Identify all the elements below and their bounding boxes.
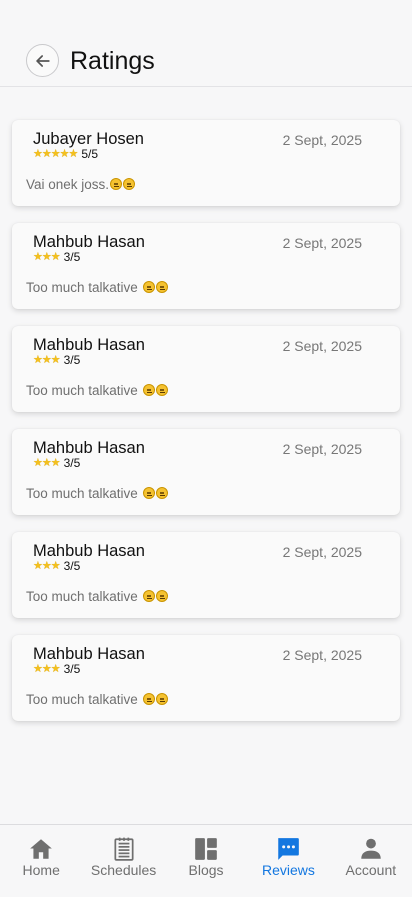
review-card: Jubayer Hosen 2 Sept, 2025 ★★★★★ 5/5 Vai… [12,120,400,206]
tab-label: Blogs [188,862,224,878]
chat-bubble-icon [278,838,300,860]
review-rating: ★★★ 3/5 [33,456,80,470]
review-comment: Too much talkative [26,280,168,296]
reviewer-name: Mahbub Hasan [33,645,145,663]
review-rating: ★★★ 3/5 [33,559,80,573]
review-score: 3/5 [63,353,81,367]
review-comment-text: Too much talkative [26,589,142,604]
emoji-icon [142,693,155,705]
back-button[interactable] [26,44,59,77]
review-date: 2 Sept, 2025 [282,235,362,251]
star-rating-icons: ★★★ [33,251,61,263]
app-header: Ratings [0,0,412,87]
review-score: 3/5 [63,250,81,264]
emoji-icon [142,281,155,293]
review-card: Mahbub Hasan 2 Sept, 2025 ★★★ 3/5 Too mu… [12,532,400,618]
emoji-icon [123,178,136,190]
review-comment: Too much talkative [26,486,168,502]
review-comment-text: Too much talkative [26,280,142,295]
tab-label: Account [345,862,397,878]
emoji-icon [155,590,168,602]
emoji-icon [142,590,155,602]
review-score: 3/5 [63,559,81,573]
star-rating-icons: ★★★★★ [33,148,78,160]
emoji-icon [155,384,168,396]
review-comment: Too much talkative [26,589,168,605]
review-score: 3/5 [63,662,81,676]
review-comment: Too much talkative [26,383,168,399]
review-score: 5/5 [81,147,98,161]
review-comment: Too much talkative [26,692,168,708]
review-comment-text: Vai onek joss. [26,177,110,192]
review-score: 3/5 [63,456,81,470]
emoji-icon [142,384,155,396]
blogs-grid-icon [195,838,217,860]
reviewer-name: Mahbub Hasan [33,336,145,354]
review-date: 2 Sept, 2025 [282,441,362,457]
star-rating-icons: ★★★ [33,354,61,366]
schedule-list-icon [114,837,134,861]
tab-label: Home [22,862,60,878]
tab-label: Schedules [90,862,157,878]
bottom-tab-bar: Home Schedules Blogs Reviews Account [0,824,412,897]
review-comment-text: Too much talkative [26,692,142,707]
review-comment: Vai onek joss. [26,177,136,193]
review-date: 2 Sept, 2025 [282,338,362,354]
review-card: Mahbub Hasan 2 Sept, 2025 ★★★ 3/5 Too mu… [12,429,400,515]
tab-schedules[interactable]: Schedules [82,825,164,897]
review-date: 2 Sept, 2025 [282,647,362,663]
reviewer-name: Mahbub Hasan [33,542,145,560]
page-title: Ratings [70,47,155,75]
reviewer-name: Mahbub Hasan [33,439,145,457]
tab-label: Reviews [261,862,315,878]
tab-reviews[interactable]: Reviews [247,825,329,897]
tab-home[interactable]: Home [0,825,82,897]
review-comment-text: Too much talkative [26,486,142,501]
emoji-icon [110,178,123,190]
review-rating: ★★★ 3/5 [33,250,80,264]
reviewer-name: Jubayer Hosen [33,130,144,148]
tab-account[interactable]: Account [330,825,412,897]
review-comment-text: Too much talkative [26,383,142,398]
review-date: 2 Sept, 2025 [282,132,362,148]
emoji-icon [142,487,155,499]
emoji-icon [155,281,168,293]
emoji-icon [155,693,168,705]
review-rating: ★★★ 3/5 [33,662,80,676]
review-rating: ★★★ 3/5 [33,353,80,367]
review-card: Mahbub Hasan 2 Sept, 2025 ★★★ 3/5 Too mu… [12,635,400,721]
star-rating-icons: ★★★ [33,560,61,572]
reviews-list: Jubayer Hosen 2 Sept, 2025 ★★★★★ 5/5 Vai… [12,120,400,738]
review-rating: ★★★★★ 5/5 [33,147,98,161]
review-card: Mahbub Hasan 2 Sept, 2025 ★★★ 3/5 Too mu… [12,326,400,412]
person-icon [361,838,381,859]
review-card: Mahbub Hasan 2 Sept, 2025 ★★★ 3/5 Too mu… [12,223,400,309]
reviewer-name: Mahbub Hasan [33,233,145,251]
emoji-icon [155,487,168,499]
arrow-left-icon [35,54,50,67]
star-rating-icons: ★★★ [33,663,61,675]
home-icon [30,839,53,859]
tab-blogs[interactable]: Blogs [165,825,247,897]
star-rating-icons: ★★★ [33,457,61,469]
review-date: 2 Sept, 2025 [282,544,362,560]
